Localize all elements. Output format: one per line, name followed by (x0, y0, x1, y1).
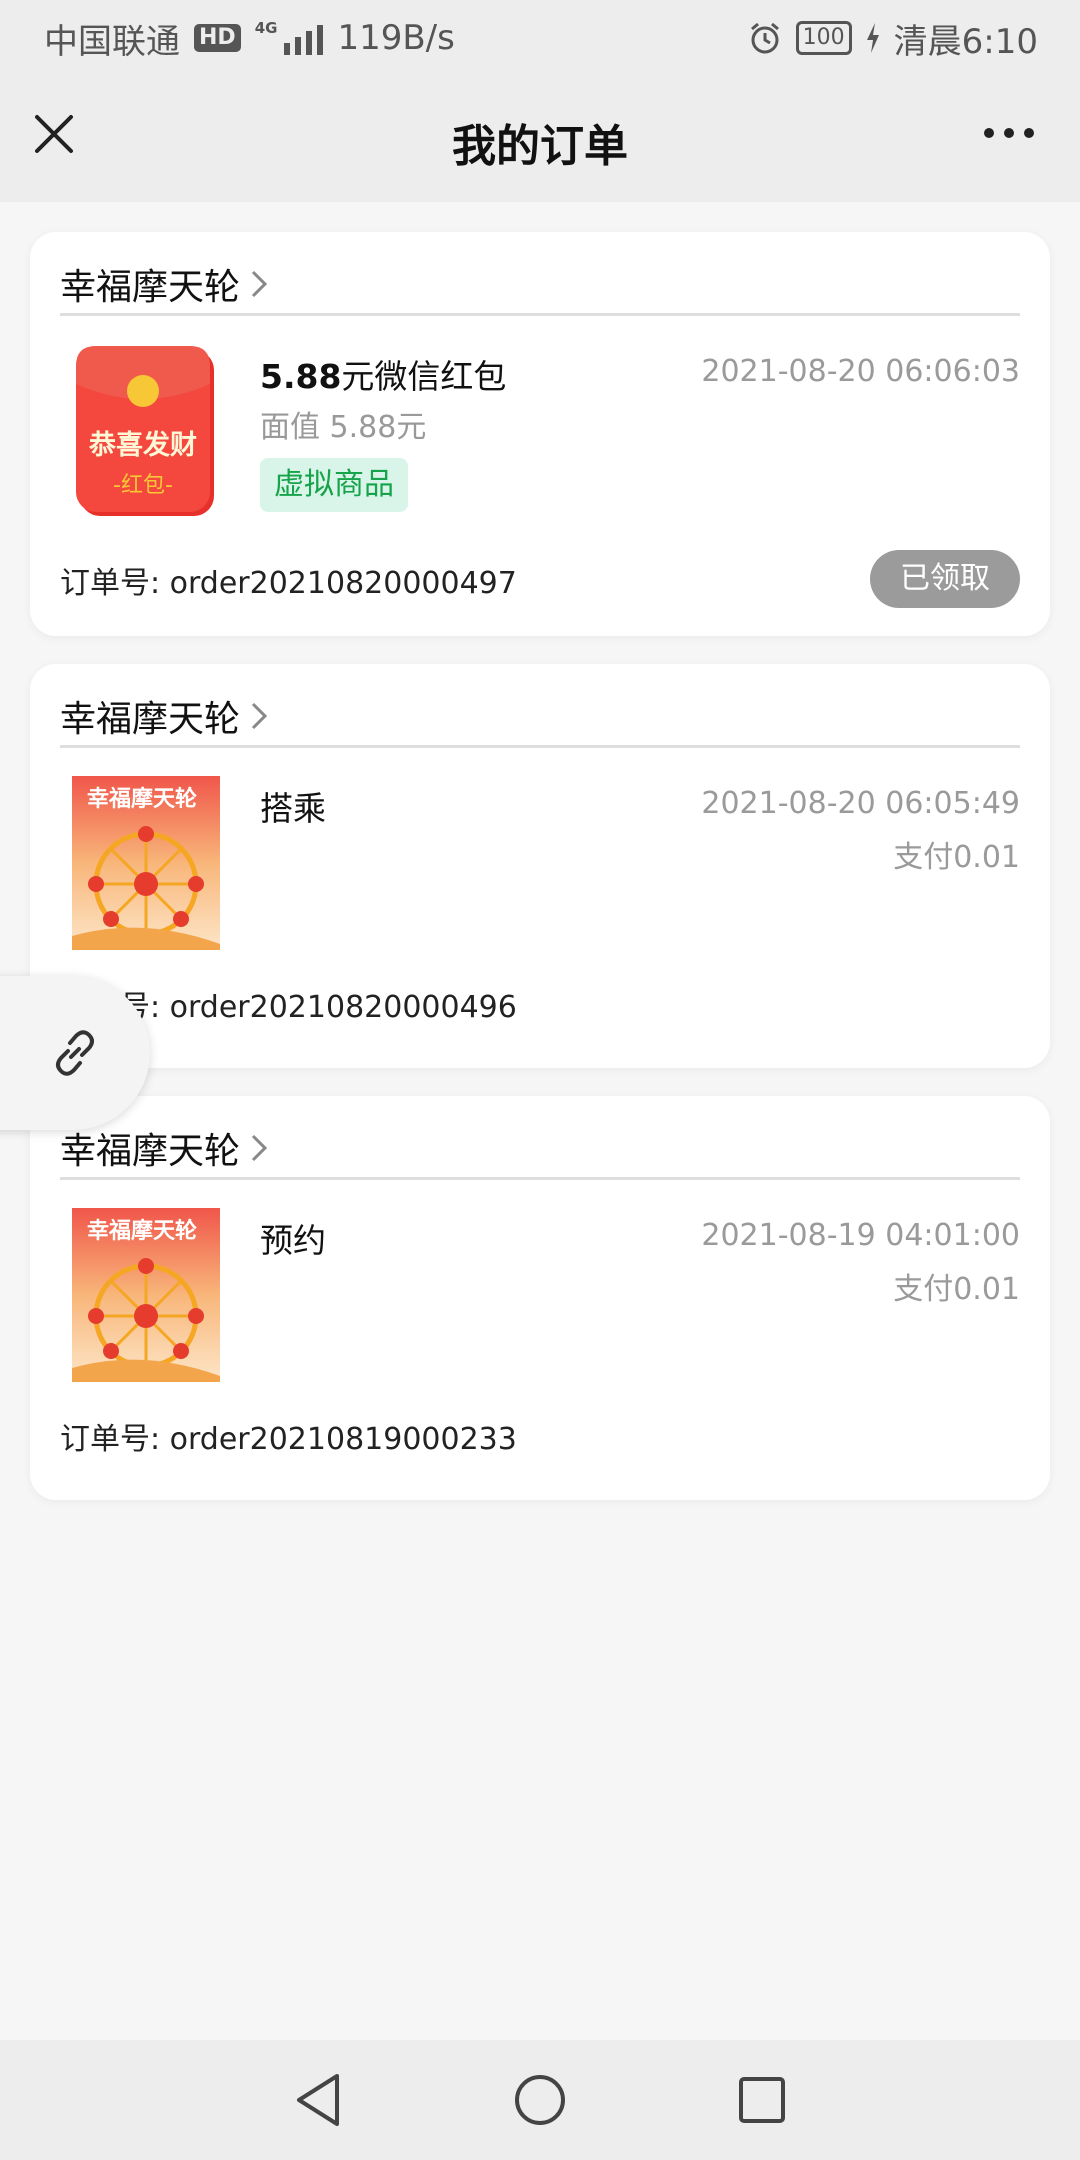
home-icon[interactable] (513, 2073, 567, 2127)
system-nav-bar (0, 2040, 1080, 2160)
ferris-wheel-thumbnail: 幸福摩天轮 (72, 1208, 220, 1382)
order-time: 2021-08-19 04:01:00 (701, 1218, 1020, 1253)
order-number: 订单号: order20210819000233 (60, 1422, 517, 1457)
face-value: 面值 5.88元 (260, 410, 427, 445)
shop-link[interactable]: 幸福摩天轮 (60, 254, 1020, 316)
thumb-text: 恭喜发财 (88, 429, 197, 461)
recents-icon[interactable] (737, 2075, 787, 2125)
item-title: 5.88元微信红包 (260, 350, 506, 398)
network-speed: 119B/s (337, 18, 455, 58)
more-icon[interactable] (984, 128, 1034, 138)
item-amount: 5.88 (260, 357, 342, 396)
received-button[interactable]: 已领取 (870, 550, 1020, 608)
shop-name: 幸福摩天轮 (60, 698, 241, 740)
link-icon (56, 1030, 94, 1076)
page-title: 我的订单 (452, 121, 628, 172)
item-name: 元微信红包 (341, 357, 507, 396)
battery-indicator: 100 (795, 21, 852, 55)
order-number: 订单号: order20210820000497 (60, 566, 517, 601)
signal-icon: 4G (255, 21, 324, 55)
chevron-right-icon (251, 702, 268, 729)
alarm-icon (750, 22, 779, 54)
charging-icon (866, 23, 879, 53)
carrier-label: 中国联通 (44, 21, 180, 62)
status-right: 100 清晨6:10 (748, 14, 1038, 63)
virtual-goods-tag: 虚拟商品 (260, 458, 408, 512)
screen: 中国联通 HD 4G 119B/s 100 清晨6:10 我的订单 幸福摩天轮 … (0, 0, 1080, 2160)
thumb-subtext: -红包- (113, 473, 173, 498)
floating-link-button[interactable] (0, 976, 150, 1130)
item-title: 预约 (260, 1221, 326, 1260)
red-packet-thumbnail: 恭喜发财 -红包- (76, 346, 214, 516)
shop-link[interactable]: 幸福摩天轮 (60, 1118, 1020, 1180)
order-card[interactable]: 幸福摩天轮 恭喜发财 -红包- 5.88元微信红包 面值 5.88元 虚拟商品 … (30, 232, 1050, 636)
ferris-wheel-thumbnail: 幸福摩天轮 (72, 776, 220, 950)
item-title: 搭乘 (260, 789, 326, 828)
order-time: 2021-08-20 06:06:03 (701, 354, 1020, 389)
shop-name: 幸福摩天轮 (60, 1130, 241, 1172)
status-left: 中国联通 HD 4G 119B/s (44, 14, 455, 63)
thumb-text: 幸福摩天轮 (87, 1218, 197, 1244)
clock: 清晨6:10 (893, 21, 1038, 62)
payment-amount: 支付0.01 (893, 1272, 1020, 1307)
order-time: 2021-08-20 06:05:49 (701, 786, 1020, 821)
shop-name: 幸福摩天轮 (60, 266, 241, 308)
chevron-right-icon (251, 270, 268, 297)
back-icon[interactable] (293, 2072, 343, 2128)
order-card[interactable]: 幸福摩天轮 幸福摩天轮 (30, 1096, 1050, 1500)
hd-badge: HD (194, 24, 241, 52)
chevron-right-icon (251, 1134, 268, 1161)
status-bar: 中国联通 HD 4G 119B/s 100 清晨6:10 (0, 0, 1080, 76)
order-list: 幸福摩天轮 恭喜发财 -红包- 5.88元微信红包 面值 5.88元 虚拟商品 … (0, 202, 1080, 2040)
shop-link[interactable]: 幸福摩天轮 (60, 686, 1020, 748)
payment-amount: 支付0.01 (893, 840, 1020, 875)
thumb-text: 幸福摩天轮 (87, 786, 197, 812)
order-card[interactable]: 幸福摩天轮 幸福摩天轮 (30, 664, 1050, 1068)
nav-bar: 我的订单 (0, 76, 1080, 202)
